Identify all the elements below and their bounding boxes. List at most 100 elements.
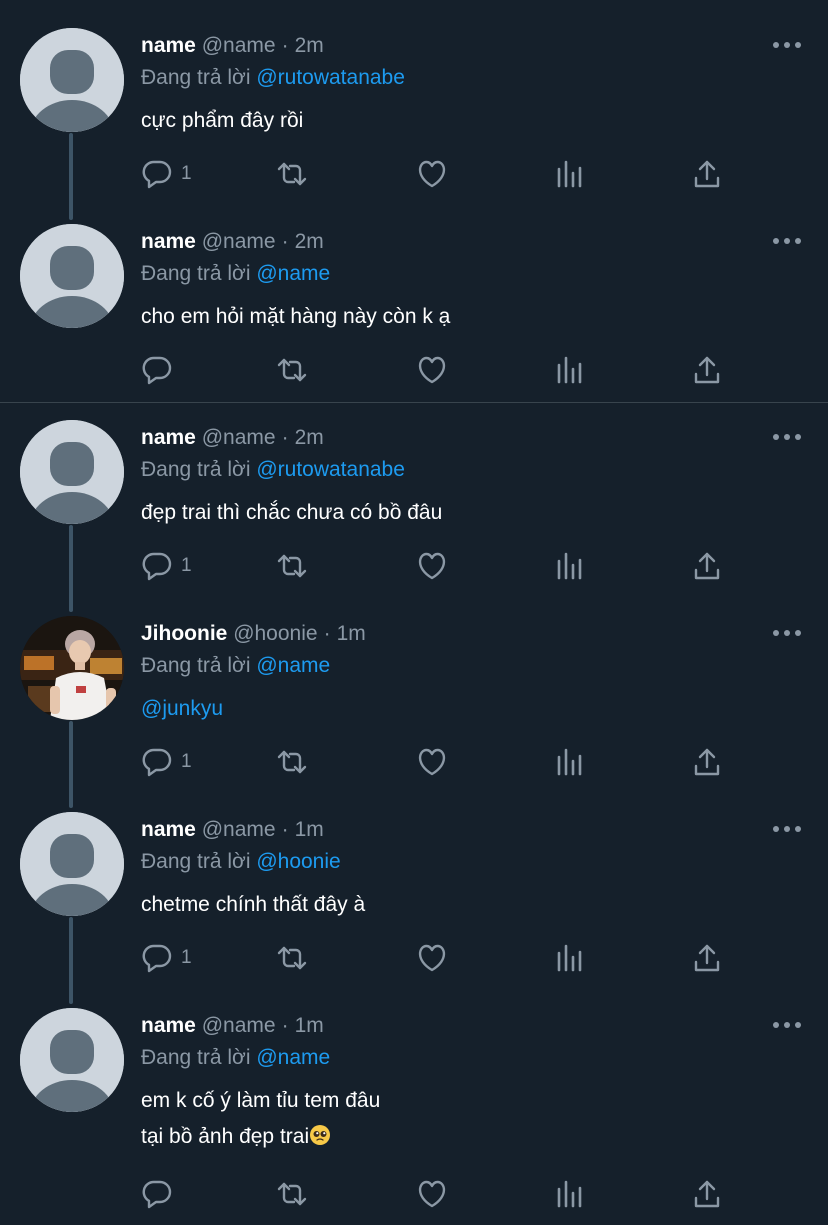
mention-link[interactable]: @name	[256, 262, 330, 285]
mention-link[interactable]: @hoonie	[256, 850, 340, 873]
reply-button[interactable]	[141, 1176, 181, 1212]
avatar[interactable]	[20, 1008, 124, 1112]
replying-prefix: Đang trả lời	[141, 654, 251, 677]
mention-link[interactable]: @rutowatanabe	[256, 458, 405, 481]
share-button[interactable]	[691, 1176, 723, 1212]
display-name[interactable]: Jihoonie	[141, 622, 227, 645]
action-bar: 1	[141, 156, 741, 192]
retweet-button[interactable]	[276, 1176, 308, 1212]
timestamp[interactable]: 1m	[295, 818, 324, 841]
tweet[interactable]: Jihoonie @hoonie · 1m Đang trả lời @name @…	[0, 588, 828, 808]
share-button[interactable]	[691, 940, 723, 976]
timestamp[interactable]: 2m	[295, 230, 324, 253]
like-button[interactable]	[416, 1176, 448, 1212]
retweet-button[interactable]	[276, 548, 308, 584]
reply-icon	[142, 160, 172, 189]
analytics-button[interactable]	[554, 352, 586, 388]
reply-icon	[142, 944, 172, 973]
like-icon	[418, 160, 446, 188]
more-icon[interactable]	[772, 625, 802, 641]
user-handle[interactable]: @name	[202, 230, 276, 253]
default-avatar-icon	[20, 28, 124, 132]
avatar[interactable]	[20, 224, 124, 328]
reply-button[interactable]	[141, 352, 181, 388]
reply-icon	[142, 748, 172, 777]
avatar[interactable]	[20, 420, 124, 524]
display-name[interactable]: name	[141, 1014, 196, 1037]
display-name[interactable]: name	[141, 818, 196, 841]
tweet-header: name @name · 2m	[141, 425, 324, 451]
mention-link[interactable]: @name	[256, 1046, 330, 1069]
tweet[interactable]: name @name · 2m Đang trả lời @name cho em …	[0, 196, 828, 402]
reply-count: 1	[181, 555, 192, 576]
separator: ·	[323, 622, 331, 645]
more-icon[interactable]	[772, 429, 802, 445]
replying-to: Đang trả lời @name	[141, 653, 330, 679]
replying-prefix: Đang trả lời	[141, 262, 251, 285]
replying-to: Đang trả lời @hoonie	[141, 849, 341, 875]
action-bar	[141, 352, 741, 388]
share-button[interactable]	[691, 352, 723, 388]
tweet[interactable]: name @name · 2m Đang trả lời @rutowatanabe…	[0, 392, 828, 612]
retweet-icon	[277, 358, 307, 382]
reply-button[interactable]: 1	[141, 548, 192, 584]
avatar[interactable]	[20, 616, 124, 720]
share-button[interactable]	[691, 548, 723, 584]
replying-to: Đang trả lời @name	[141, 261, 330, 287]
reply-count: 1	[181, 751, 192, 772]
user-handle[interactable]: @name	[202, 818, 276, 841]
display-name[interactable]: name	[141, 230, 196, 253]
tweet[interactable]: name @name · 1m Đang trả lời @name em k cố…	[0, 980, 828, 1225]
reply-button[interactable]: 1	[141, 744, 192, 780]
replying-prefix: Đang trả lời	[141, 66, 251, 89]
timestamp[interactable]: 2m	[295, 34, 324, 57]
avatar[interactable]	[20, 812, 124, 916]
more-icon[interactable]	[772, 233, 802, 249]
retweet-icon	[277, 750, 307, 774]
timestamp[interactable]: 2m	[295, 426, 324, 449]
analytics-icon	[557, 160, 582, 188]
timestamp[interactable]: 1m	[295, 1014, 324, 1037]
more-icon[interactable]	[772, 821, 802, 837]
retweet-button[interactable]	[276, 352, 308, 388]
share-icon	[694, 748, 720, 776]
mention-link[interactable]: @rutowatanabe	[256, 66, 405, 89]
share-icon	[694, 160, 720, 188]
analytics-button[interactable]	[554, 940, 586, 976]
retweet-icon	[277, 1182, 307, 1206]
tweet-text[interactable]: @junkyu	[141, 691, 223, 727]
user-handle[interactable]: @name	[202, 1014, 276, 1037]
separator: ·	[281, 818, 289, 841]
share-button[interactable]	[691, 156, 723, 192]
user-handle[interactable]: @hoonie	[233, 622, 317, 645]
retweet-button[interactable]	[276, 156, 308, 192]
like-button[interactable]	[416, 548, 448, 584]
replying-to: Đang trả lời @rutowatanabe	[141, 65, 405, 91]
analytics-button[interactable]	[554, 548, 586, 584]
share-button[interactable]	[691, 744, 723, 780]
like-button[interactable]	[416, 352, 448, 388]
user-handle[interactable]: @name	[202, 34, 276, 57]
reply-icon	[142, 1180, 172, 1209]
analytics-button[interactable]	[554, 1176, 586, 1212]
like-button[interactable]	[416, 940, 448, 976]
retweet-icon	[277, 162, 307, 186]
retweet-button[interactable]	[276, 744, 308, 780]
display-name[interactable]: name	[141, 426, 196, 449]
timestamp[interactable]: 1m	[337, 622, 366, 645]
retweet-button[interactable]	[276, 940, 308, 976]
like-button[interactable]	[416, 744, 448, 780]
tweet[interactable]: name @name · 2m Đang trả lời @rutowatanabe…	[0, 0, 828, 220]
avatar[interactable]	[20, 28, 124, 132]
more-icon[interactable]	[772, 37, 802, 53]
reply-button[interactable]: 1	[141, 940, 192, 976]
mention-link[interactable]: @name	[256, 654, 330, 677]
analytics-button[interactable]	[554, 744, 586, 780]
like-button[interactable]	[416, 156, 448, 192]
tweet[interactable]: name @name · 1m Đang trả lời @hoonie chetm…	[0, 784, 828, 1004]
display-name[interactable]: name	[141, 34, 196, 57]
more-icon[interactable]	[772, 1017, 802, 1033]
user-handle[interactable]: @name	[202, 426, 276, 449]
reply-button[interactable]: 1	[141, 156, 192, 192]
analytics-button[interactable]	[554, 156, 586, 192]
